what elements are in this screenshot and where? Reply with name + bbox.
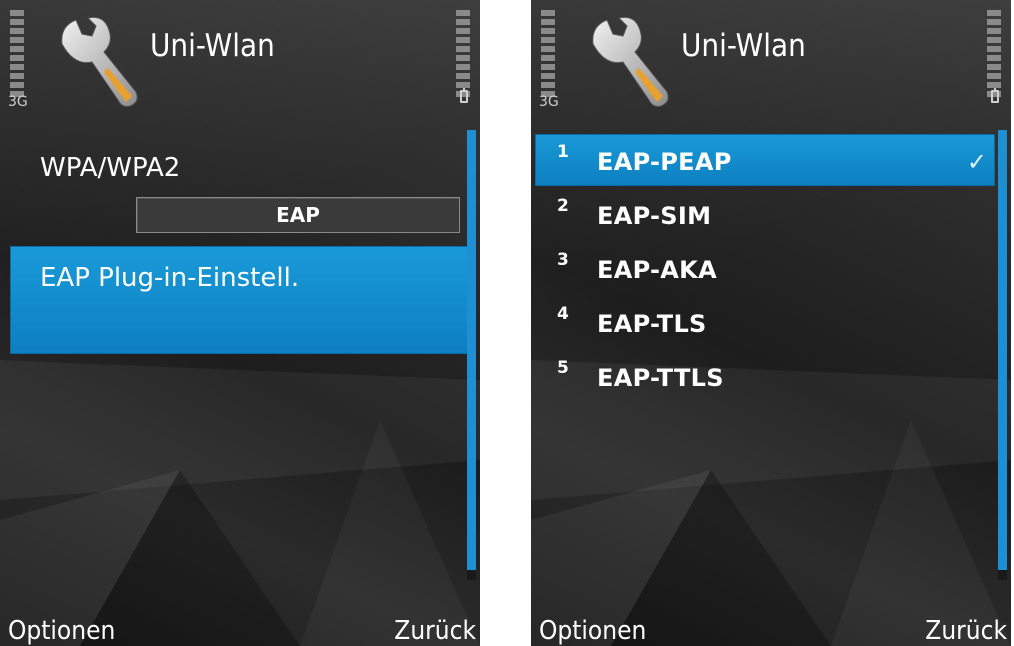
- back-softkey[interactable]: Zurück: [925, 616, 1007, 646]
- screen-left: 3G Uni-Wlan WPA/WPA2 EAP EAP Plug-in-Ein…: [0, 0, 480, 646]
- network-type: 3G: [539, 94, 559, 110]
- back-softkey[interactable]: Zurück: [394, 616, 476, 646]
- battery-level-icon: [456, 10, 470, 97]
- scrollbar[interactable]: [998, 130, 1007, 580]
- options-softkey[interactable]: Optionen: [539, 616, 646, 646]
- item-number: 5: [557, 358, 569, 378]
- wrench-icon: [61, 16, 138, 107]
- battery-icon: [991, 88, 999, 103]
- scrollbar-thumb[interactable]: [998, 130, 1007, 570]
- list-item-eap-sim[interactable]: 2 EAP-SIM: [535, 188, 995, 240]
- network-type: 3G: [8, 94, 28, 110]
- item-number: 4: [557, 304, 569, 324]
- battery-level-icon: [987, 10, 1001, 97]
- screen-right: 3G Uni-Wlan 1 EAP-PEAP ✓ 2 EAP-SIM 3 EAP…: [531, 0, 1011, 646]
- list-item-eap-tls[interactable]: 4 EAP-TLS: [535, 296, 995, 348]
- item-number: 1: [557, 142, 569, 162]
- item-label: EAP-TTLS: [597, 364, 724, 392]
- list-item-eap-peap[interactable]: 1 EAP-PEAP ✓: [535, 134, 995, 186]
- eap-plugin-settings-label: EAP Plug-in-Einstell.: [40, 263, 300, 293]
- item-label: EAP-TLS: [597, 310, 707, 338]
- signal-strength-icon: [541, 10, 555, 97]
- app-title: Uni-Wlan: [681, 28, 806, 64]
- item-label: EAP-AKA: [597, 256, 717, 284]
- checkmark-icon: ✓: [966, 148, 987, 176]
- options-softkey[interactable]: Optionen: [8, 616, 115, 646]
- scrollbar[interactable]: [467, 130, 476, 580]
- app-title: Uni-Wlan: [150, 28, 275, 64]
- list-item-eap-aka[interactable]: 3 EAP-AKA: [535, 242, 995, 294]
- signal-strength-icon: [10, 10, 24, 97]
- item-number: 2: [557, 196, 569, 216]
- item-label: EAP-PEAP: [597, 148, 732, 176]
- item-number: 3: [557, 250, 569, 270]
- scrollbar-thumb[interactable]: [467, 130, 476, 570]
- security-mode-label: WPA/WPA2: [40, 153, 181, 183]
- item-label: EAP-SIM: [597, 202, 712, 230]
- battery-icon: [460, 88, 468, 103]
- wrench-icon: [592, 16, 669, 107]
- eap-setting-field[interactable]: EAP: [136, 197, 460, 233]
- list-item-eap-ttls[interactable]: 5 EAP-TTLS: [535, 350, 995, 402]
